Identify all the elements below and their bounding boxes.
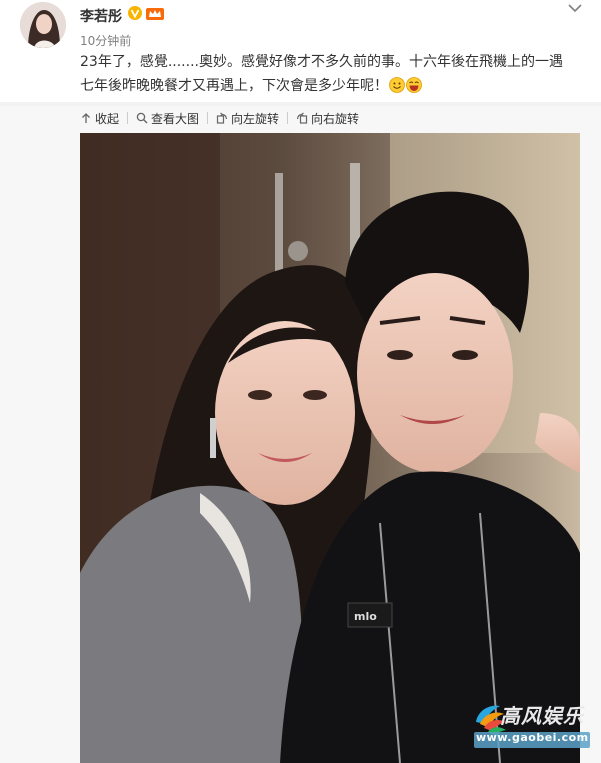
watermark-text: 高风娱乐 [500,704,584,728]
toolbar-separator [207,112,209,124]
view-large-label: 查看大图 [151,111,200,126]
divider [0,102,601,106]
chevron-down-icon[interactable] [567,2,583,14]
post-header: 李若彤 10分钟前 23年了，感覺.......奧妙。感覺好像才不多久前的事。十… [0,0,601,106]
rotate-left-label: 向左旋转 [231,111,280,126]
rotate-left-button[interactable]: 向左旋转 [216,110,279,127]
rotate-left-icon [216,112,228,124]
toolbar-separator [287,112,289,124]
weibo-post-card: 李若彤 10分钟前 23年了，感覺.......奧妙。感覺好像才不多久前的事。十… [0,0,601,763]
verified-icon [128,6,142,20]
user-name[interactable]: 李若彤 [80,6,122,26]
rotate-right-button[interactable]: 向右旋转 [296,110,359,127]
collapse-button[interactable]: 收起 [80,110,119,127]
rotate-right-icon [296,112,308,124]
image-toolbar: 收起 查看大图 向左旋转 向右旋转 [80,108,359,128]
member-crown-icon [146,8,164,20]
arrow-up-icon [82,113,90,123]
laugh-emoji-icon [406,77,422,93]
post-text: 23年了，感覺.......奧妙。感覺好像才不多久前的事。十六年後在飛機上的一遇… [80,50,580,98]
rotate-right-label: 向右旋转 [311,111,360,126]
toolbar-separator [127,112,129,124]
selfie-photo-image: mlo [80,133,580,763]
svg-text:mlo: mlo [354,610,377,623]
avatar[interactable] [20,2,66,48]
view-large-button[interactable]: 查看大图 [136,110,199,127]
watermark-url: www.gaobei.com [476,731,589,744]
smile-emoji-icon [389,77,405,93]
magnifier-icon [136,112,148,124]
post-photo[interactable]: mlo [80,133,580,763]
post-text-line-1: 23年了，感覺.......奧妙。感覺好像才不多久前的事。十六年後在飛機上的一遇 [80,54,563,70]
collapse-label: 收起 [95,111,120,126]
post-text-line-2: 七年後昨晚晚餐才又再遇上，下次會是多少年呢！ [80,74,580,98]
post-time[interactable]: 10分钟前 [80,32,131,49]
